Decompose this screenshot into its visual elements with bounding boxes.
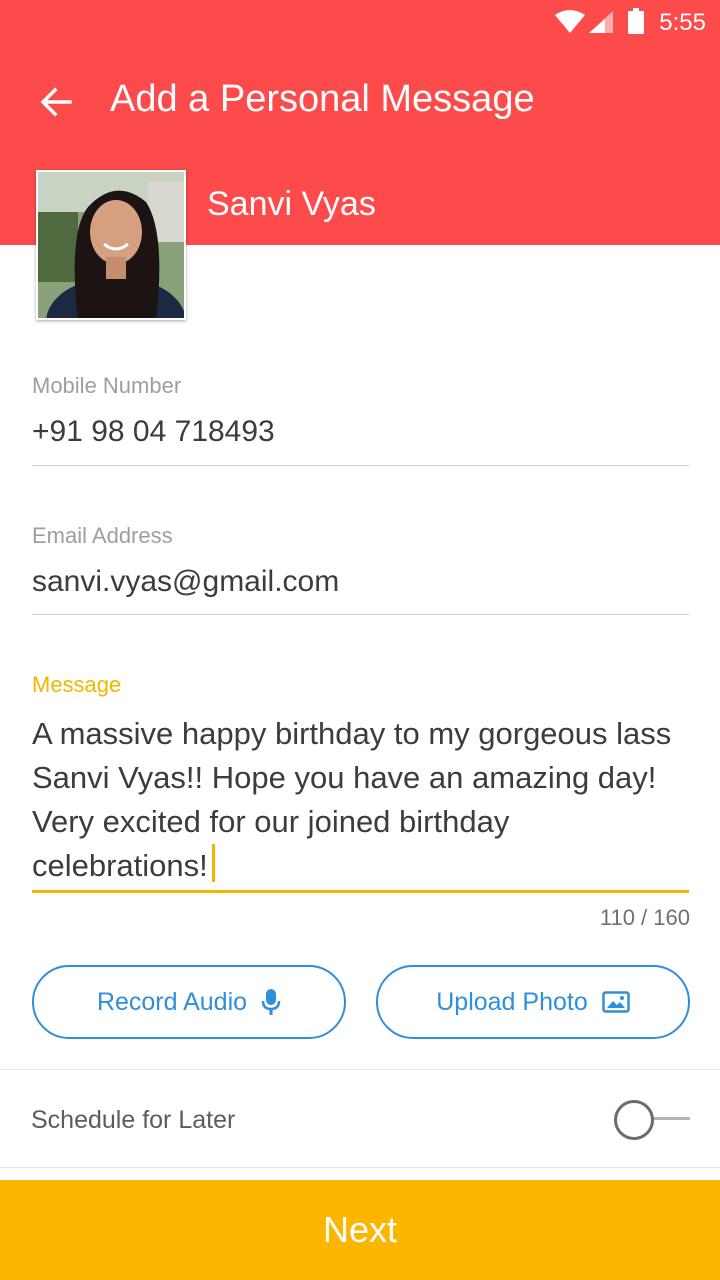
status-time: 5:55 [659,9,706,36]
message-textarea[interactable]: A massive happy birthday to my gorgeous … [32,712,692,888]
next-label: Next [322,1209,398,1250]
mobile-number-field[interactable]: +91 98 04 718493 [32,415,275,449]
email-underline [32,614,689,615]
page-title: Add a Personal Message [110,78,535,120]
divider-top [0,1069,720,1070]
record-audio-button[interactable]: Record Audio [32,965,346,1039]
contact-name: Sanvi Vyas [207,185,376,223]
email-field[interactable]: sanvi.vyas@gmail.com [32,565,339,599]
mobile-number-underline [32,465,689,466]
next-button[interactable]: Next [0,1180,720,1280]
toggle-thumb [614,1100,654,1140]
image-icon [602,991,630,1013]
email-address-label: Email Address [32,523,173,548]
schedule-label: Schedule for Later [31,1106,236,1134]
signal-icon [589,11,613,33]
arrow-left-icon [40,87,72,117]
microphone-icon [261,989,281,1015]
upload-photo-button[interactable]: Upload Photo [376,965,690,1039]
message-text: A massive happy birthday to my gorgeous … [32,716,672,883]
status-bar: 5:55 [0,0,720,46]
schedule-toggle[interactable] [612,1098,692,1142]
text-caret [211,844,215,882]
character-counter: 110 / 160 [599,905,690,930]
upload-photo-label: Upload Photo [436,987,588,1016]
record-audio-label: Record Audio [96,987,248,1016]
message-label: Message [32,672,122,697]
back-button[interactable] [34,80,78,124]
mobile-number-label: Mobile Number [32,373,182,398]
divider-bottom [0,1167,720,1168]
message-underline [32,890,689,893]
contact-avatar [36,170,186,320]
battery-icon [628,8,644,34]
wifi-icon [555,10,585,33]
